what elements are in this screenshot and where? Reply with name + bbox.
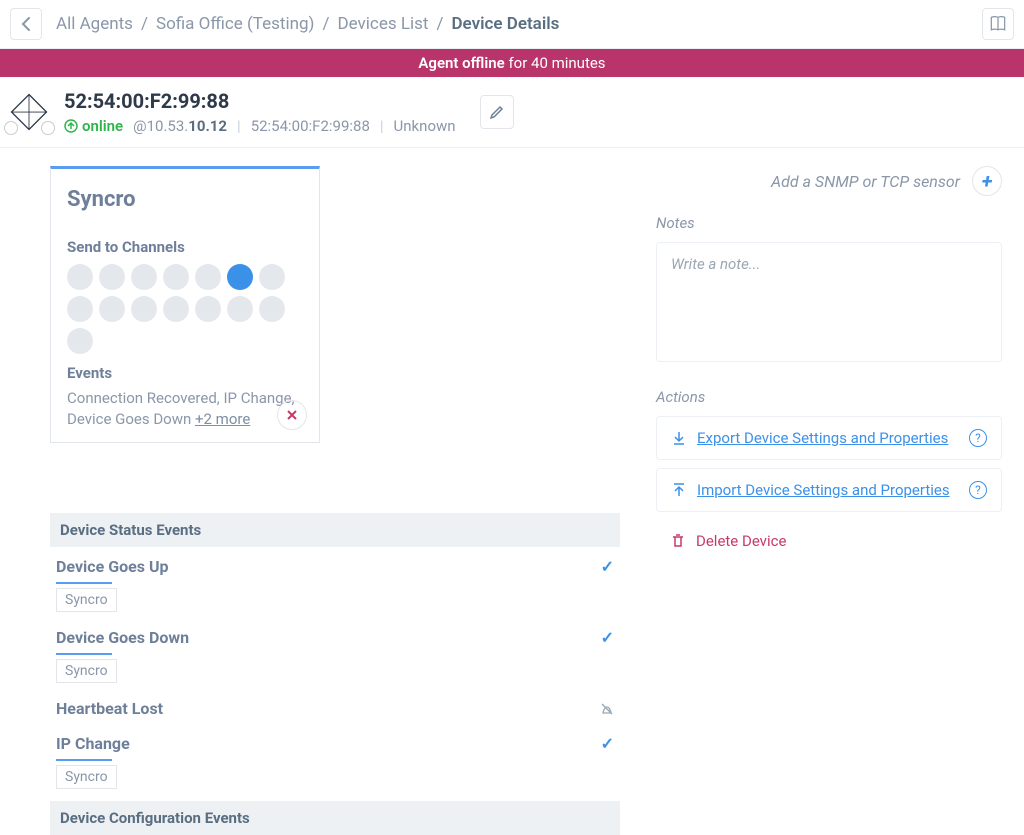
event-row: IP Change ✓ Syncro xyxy=(50,724,620,795)
channel-icon[interactable] xyxy=(67,328,93,354)
channel-icon[interactable] xyxy=(227,296,253,322)
device-mac-secondary: 52:54:00:F2:99:88 xyxy=(251,117,370,135)
help-icon[interactable]: ? xyxy=(969,481,987,499)
device-mac: 52:54:00:F2:99:88 xyxy=(64,89,456,113)
channel-icon[interactable] xyxy=(99,264,125,290)
upload-icon xyxy=(671,482,687,498)
channels-header: Send to Channels xyxy=(67,238,303,256)
channel-icon[interactable] xyxy=(163,264,189,290)
events-header: Events xyxy=(67,364,303,382)
event-tag[interactable]: Syncro xyxy=(56,588,117,612)
event-row: Device Goes Up ✓ Syncro xyxy=(50,547,620,618)
breadcrumb-item-active: Device Details xyxy=(451,14,559,34)
integration-card-syncro: Syncro Send to Channels Events xyxy=(50,166,320,443)
status-badge: online xyxy=(64,117,123,135)
breadcrumb-item[interactable]: All Agents xyxy=(56,14,133,34)
notes-input[interactable]: Write a note... xyxy=(656,242,1002,362)
actions-header: Actions xyxy=(656,388,1002,406)
download-icon xyxy=(671,430,687,446)
section-header-status: Device Status Events xyxy=(50,513,620,547)
remove-card-button[interactable] xyxy=(277,400,307,430)
device-vendor: Unknown xyxy=(394,117,456,135)
export-action[interactable]: Export Device Settings and Properties ? xyxy=(656,416,1002,460)
event-name: Device Goes Down xyxy=(56,628,189,647)
more-events-link[interactable]: +2 more xyxy=(195,410,250,428)
channel-icon-active[interactable] xyxy=(227,264,253,290)
channel-icons xyxy=(67,264,297,354)
card-title: Syncro xyxy=(67,187,303,212)
channel-icon[interactable] xyxy=(67,264,93,290)
check-icon[interactable]: ✓ xyxy=(601,628,614,647)
bell-off-icon[interactable] xyxy=(600,702,614,716)
import-link[interactable]: Import Device Settings and Properties xyxy=(697,481,950,499)
channel-icon[interactable] xyxy=(99,296,125,322)
alert-duration: for 40 minutes xyxy=(508,54,605,72)
section-header-config: Device Configuration Events xyxy=(50,801,620,835)
pencil-icon xyxy=(489,104,505,120)
badge-icon xyxy=(4,121,18,135)
add-sensor-button[interactable]: + xyxy=(972,166,1002,196)
breadcrumb-item[interactable]: Sofia Office (Testing) xyxy=(156,14,315,34)
arrow-up-circle-icon xyxy=(64,119,78,133)
channel-icon[interactable] xyxy=(163,296,189,322)
help-button[interactable] xyxy=(982,8,1014,40)
device-icon xyxy=(6,91,52,133)
delete-label: Delete Device xyxy=(696,532,786,550)
chevron-left-icon xyxy=(21,17,31,31)
add-sensor-label: Add a SNMP or TCP sensor xyxy=(771,172,960,191)
close-icon xyxy=(286,409,298,421)
event-name: Device Goes Up xyxy=(56,557,169,576)
event-tag[interactable]: Syncro xyxy=(56,765,117,789)
event-row: Heartbeat Lost xyxy=(50,689,620,724)
channel-icon[interactable] xyxy=(259,264,285,290)
import-action[interactable]: Import Device Settings and Properties ? xyxy=(656,468,1002,512)
check-icon[interactable]: ✓ xyxy=(601,557,614,576)
breadcrumb-item[interactable]: Devices List xyxy=(337,14,428,34)
back-button[interactable] xyxy=(10,8,42,40)
book-icon xyxy=(988,14,1008,34)
event-tag[interactable]: Syncro xyxy=(56,659,117,683)
alert-label: Agent offline xyxy=(418,54,504,72)
check-icon[interactable]: ✓ xyxy=(601,734,614,753)
alert-banner: Agent offline for 40 minutes xyxy=(0,49,1024,77)
device-ip: @10.53.10.12 xyxy=(133,117,227,135)
channel-icon[interactable] xyxy=(131,296,157,322)
export-link[interactable]: Export Device Settings and Properties xyxy=(697,429,948,447)
channel-icon[interactable] xyxy=(131,264,157,290)
channel-icon[interactable] xyxy=(195,264,221,290)
help-icon[interactable]: ? xyxy=(969,429,987,447)
breadcrumb: All Agents/ Sofia Office (Testing)/ Devi… xyxy=(56,14,559,34)
notes-header: Notes xyxy=(656,214,1002,232)
event-name: IP Change xyxy=(56,734,130,753)
edit-button[interactable] xyxy=(480,95,514,129)
channel-icon[interactable] xyxy=(67,296,93,322)
event-row: Device Goes Down ✓ Syncro xyxy=(50,618,620,689)
events-summary: Connection Recovered, IP Change, Device … xyxy=(67,388,303,430)
delete-action[interactable]: Delete Device xyxy=(656,520,1002,562)
trash-icon xyxy=(670,533,686,549)
channel-icon[interactable] xyxy=(259,296,285,322)
shield-icon xyxy=(41,121,55,135)
event-name: Heartbeat Lost xyxy=(56,699,163,718)
channel-icon[interactable] xyxy=(195,296,221,322)
